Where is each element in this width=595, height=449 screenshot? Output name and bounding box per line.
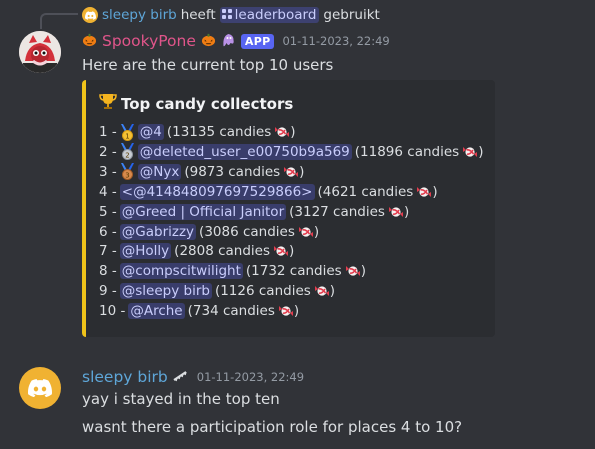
leaderboard-row: 9 - @sleepy birb (1126 candies) xyxy=(99,282,335,300)
leaderboard-row: 8 - @compscitwilight (1732 candies) xyxy=(99,262,366,280)
candy-icon xyxy=(314,284,330,298)
rank-label: 8 - xyxy=(99,263,117,280)
close-paren: ) xyxy=(329,283,336,300)
close-paren: ) xyxy=(478,143,484,160)
candy-icon xyxy=(273,244,289,258)
jack-o-lantern-icon xyxy=(82,32,97,51)
clan-tag-icon xyxy=(173,370,189,385)
candy-count: (4621 candies xyxy=(317,183,414,200)
app-badge: APP xyxy=(240,33,275,49)
close-paren: ) xyxy=(360,263,366,280)
rank-label: 2 - xyxy=(99,143,117,160)
leaderboard-row: 1 - 1 @4 (13135 candies) xyxy=(99,123,296,141)
rank-label: 6 - xyxy=(99,223,117,240)
close-paren: ) xyxy=(313,223,320,240)
rank-label: 1 - xyxy=(99,124,117,140)
leaderboard-row: 5 - @Greed | Official Janitor (3127 candie… xyxy=(99,203,409,221)
close-paren: ) xyxy=(289,243,295,260)
candy-count: (2808 candies xyxy=(174,243,270,260)
rank-label: 3 - xyxy=(99,163,117,180)
third-place-medal-icon: 3 xyxy=(120,163,135,181)
user-mention[interactable]: @sleepy birb xyxy=(119,283,212,300)
rank-label: 4 - xyxy=(99,183,117,200)
user-mention[interactable]: @compscitwilight xyxy=(119,263,243,280)
candy-icon xyxy=(416,185,432,199)
candy-count: (9873 candies xyxy=(184,163,281,180)
svg-text:1: 1 xyxy=(125,132,129,140)
candy-count: (3086 candies xyxy=(199,223,295,240)
second-place-medal-icon: 2 xyxy=(120,143,135,161)
command-name: leaderboard xyxy=(234,7,317,23)
command-mention[interactable]: leaderboard xyxy=(219,7,320,23)
user-mention[interactable]: <@414848097697529866> xyxy=(119,183,315,200)
bot-username[interactable]: SpookyPone xyxy=(102,32,196,50)
message-text: Here are the current top 10 users xyxy=(82,56,334,74)
rank-label: 7 - xyxy=(99,243,117,260)
candy-count: (734 candies xyxy=(187,303,275,320)
user-avatar[interactable] xyxy=(19,367,61,409)
reply-username[interactable]: sleepy birb xyxy=(102,7,177,23)
message-timestamp[interactable]: 01-11-2023, 22:49 xyxy=(197,370,304,384)
user-mention[interactable]: @Nyx xyxy=(137,163,182,180)
user-mention[interactable]: @Holly xyxy=(119,243,172,260)
rank-label: 9 - xyxy=(99,283,117,300)
candy-icon xyxy=(283,165,299,179)
candy-icon xyxy=(462,145,478,159)
message-text: yay i stayed in the top ten xyxy=(82,390,280,408)
ghost-icon xyxy=(221,31,236,51)
leaderboard-row: 3 - 3 @Nyx (9873 candies) xyxy=(99,163,304,181)
reply-verb: heeft xyxy=(180,7,216,23)
candy-icon xyxy=(274,125,290,139)
message-text: wasnt there a participation role for pla… xyxy=(82,418,463,436)
first-place-medal-icon: 1 xyxy=(120,123,135,141)
jack-o-lantern-icon xyxy=(201,32,216,51)
message-header-2: sleepy birb 01-11-2023, 22:49 xyxy=(82,366,304,388)
leaderboard-row: 6 - @Gabrizzy (3086 candies) xyxy=(99,223,319,241)
candy-count: (1732 candies xyxy=(245,263,342,280)
leaderboard-row: 2 - 2 @deleted_user_e00750b9a569 (11896 can… xyxy=(99,143,483,161)
reply-spine xyxy=(40,13,78,29)
candy-icon xyxy=(345,264,361,278)
message-header-1: SpookyPone APP 01-11-2023, 22:49 xyxy=(82,30,390,52)
candy-count: (1126 candies xyxy=(214,283,311,300)
slash-command-icon xyxy=(221,7,232,23)
candy-count: (11896 candies xyxy=(354,143,460,160)
svg-text:2: 2 xyxy=(125,152,129,160)
close-paren: ) xyxy=(432,183,438,200)
discord-logo-icon xyxy=(28,379,52,397)
close-paren: ) xyxy=(299,163,305,180)
user-mention[interactable]: @Arche xyxy=(128,303,185,320)
embed-title-text: Top candy collectors xyxy=(121,94,294,113)
user-mention[interactable]: @deleted_user_e00750b9a569 xyxy=(137,143,352,160)
user-username[interactable]: sleepy birb xyxy=(82,368,168,386)
candy-icon xyxy=(388,205,404,219)
close-paren: ) xyxy=(293,303,300,320)
leaderboard-embed: Top candy collectors 1 - 1 @4 (13135 candie… xyxy=(82,80,495,337)
candy-count: (13135 candies xyxy=(166,124,272,140)
trophy-icon xyxy=(99,93,117,114)
reply-suffix: gebruikt xyxy=(323,7,380,23)
rank-label: 5 - xyxy=(99,203,117,220)
rank-label: 10 - xyxy=(99,303,126,320)
user-mention[interactable]: @Gabrizzy xyxy=(119,223,197,240)
svg-text:3: 3 xyxy=(125,172,129,180)
embed-title: Top candy collectors xyxy=(99,93,293,114)
reply-context[interactable]: sleepy birb heeft leaderboard gebruikt xyxy=(82,4,380,26)
leaderboard-row: 10 - @Arche (734 candies) xyxy=(99,302,299,320)
candy-count: (3127 candies xyxy=(289,203,385,220)
reply-avatar-icon[interactable] xyxy=(82,7,98,23)
user-mention[interactable]: @Greed | Official Janitor xyxy=(119,203,287,220)
leaderboard-row: 4 - <@414848097697529866> (4621 candies) xyxy=(99,183,438,201)
bot-avatar[interactable] xyxy=(19,31,61,73)
candy-icon xyxy=(278,304,294,318)
close-paren: ) xyxy=(290,124,296,140)
leaderboard-row: 7 - @Holly (2808 candies) xyxy=(99,242,294,260)
message-timestamp[interactable]: 01-11-2023, 22:49 xyxy=(282,34,389,48)
close-paren: ) xyxy=(403,203,410,220)
candy-icon xyxy=(298,225,314,239)
user-mention[interactable]: @4 xyxy=(137,124,164,140)
